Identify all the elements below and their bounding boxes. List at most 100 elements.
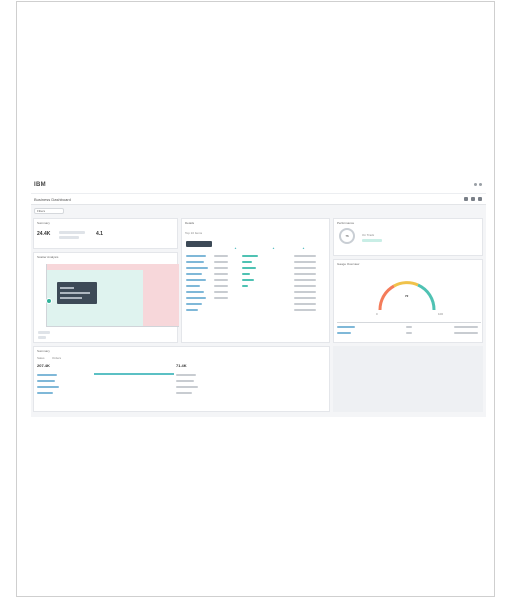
table-row[interactable] — [186, 297, 206, 299]
table-cell-highlight — [242, 267, 256, 269]
performance-card: Performance 76 On Track — [333, 218, 483, 256]
summary-trend-line — [94, 373, 174, 375]
gauge-table-cell — [337, 326, 355, 328]
empty-panel — [333, 346, 483, 412]
gauge-table-cell — [337, 332, 351, 334]
table-cell — [214, 291, 228, 293]
table-cell — [294, 297, 316, 299]
table-cell — [214, 285, 228, 287]
performance-bar — [362, 239, 382, 242]
table-row[interactable] — [186, 273, 202, 275]
table-cell — [294, 273, 316, 275]
dashboard-toolbar: Business Dashboard — [31, 193, 486, 205]
download-icon[interactable] — [471, 197, 475, 201]
kpi-value-b: 4.1 — [96, 231, 103, 237]
table-row[interactable] — [186, 309, 198, 311]
app-bar-icons — [474, 183, 482, 186]
summary-row — [37, 374, 57, 376]
gauge-title: Gauge Overview — [337, 262, 360, 266]
tooltip-line — [60, 297, 82, 299]
performance-status: On Track — [362, 233, 375, 237]
table-row[interactable] — [186, 261, 204, 263]
tooltip-line — [60, 292, 90, 294]
app-logo: IBM — [34, 182, 46, 188]
gauge-segment-teal — [417, 283, 436, 311]
toolbar-icons — [464, 197, 482, 201]
summary-title: Summary — [37, 349, 50, 353]
x-axis — [46, 326, 179, 327]
gauge-table-cell — [454, 332, 478, 334]
gauge-table-cell — [406, 326, 412, 328]
gauge-max: 100 — [438, 312, 444, 316]
table-cell — [294, 255, 316, 257]
details-table-card: Details Top 10 Items ▲ ▲ ▲ — [181, 218, 330, 343]
table-cell — [294, 261, 316, 263]
scatter-point[interactable] — [46, 298, 52, 304]
summary-tab-sales[interactable]: Sales — [37, 356, 45, 360]
gauge-value: 72 — [405, 294, 409, 298]
table-cell-highlight — [242, 285, 248, 287]
kpi-detail-bar — [59, 236, 79, 239]
summary-metric-a: 207.4K — [37, 363, 50, 368]
summary-row — [37, 392, 53, 394]
performance-title: Performance — [337, 221, 355, 225]
table-row[interactable] — [186, 303, 202, 305]
gauge-min: 0 — [376, 312, 378, 316]
user-icon[interactable] — [479, 183, 482, 186]
table-header-button[interactable] — [186, 241, 212, 247]
kpi-detail-bar — [59, 231, 85, 234]
summary-row — [37, 380, 55, 382]
table-cell — [214, 261, 228, 263]
table-subtitle: Top 10 Items — [185, 231, 203, 235]
gauge-divider — [337, 322, 481, 323]
table-cell — [294, 267, 316, 269]
summary-row — [176, 374, 196, 376]
fullscreen-icon[interactable] — [478, 197, 482, 201]
summary-row — [176, 392, 192, 394]
kpi-title: Summary — [37, 221, 50, 225]
table-row[interactable] — [186, 267, 208, 269]
kpi-card: Summary 24.4K 4.1 — [33, 218, 178, 249]
sparkline-marker: ▲ — [234, 246, 237, 250]
table-row[interactable] — [186, 255, 206, 257]
legend-item — [38, 331, 50, 334]
table-cell — [294, 285, 316, 287]
table-cell-highlight — [242, 273, 250, 275]
gauge-card: Gauge Overview 72 0 100 — [333, 259, 483, 343]
table-cell — [214, 279, 228, 281]
tooltip-line — [60, 287, 74, 289]
table-cell — [294, 279, 316, 281]
share-icon[interactable] — [464, 197, 468, 201]
summary-tab-orders[interactable]: Orders — [52, 356, 61, 360]
summary-metric-b: 71.4K — [176, 363, 187, 368]
menu-icon[interactable] — [474, 183, 477, 186]
kpi-value-a: 24.4K — [37, 231, 51, 237]
dashboard-screenshot: IBM Business Dashboard Filters Summary 2… — [31, 179, 486, 417]
table-cell — [214, 297, 228, 299]
table-row[interactable] — [186, 279, 206, 281]
table-cell-highlight — [242, 279, 254, 281]
gauge-table-cell — [406, 332, 412, 334]
app-bar: IBM — [31, 179, 486, 193]
table-title: Details — [185, 221, 195, 225]
table-cell-highlight — [242, 261, 252, 263]
filter-chip[interactable]: Filters — [34, 208, 64, 214]
dashboard-selector[interactable]: Business Dashboard — [34, 197, 71, 202]
table-cell — [294, 309, 316, 311]
table-cell — [294, 303, 316, 305]
red-zone — [143, 270, 179, 326]
table-cell-highlight — [242, 255, 258, 257]
table-row[interactable] — [186, 285, 200, 287]
summary-row — [37, 386, 59, 388]
gauge-segment-red — [378, 284, 395, 311]
y-axis — [46, 264, 47, 326]
table-cell — [214, 267, 228, 269]
table-cell — [214, 273, 228, 275]
scatter-card: Scatter Analysis — [33, 252, 179, 343]
table-cell — [294, 291, 316, 293]
summary-card: Summary Sales Orders 207.4K 71.4K — [33, 346, 330, 412]
sparkline-marker: ▲ — [272, 246, 275, 250]
summary-row — [176, 386, 198, 388]
legend-item — [38, 336, 46, 339]
table-row[interactable] — [186, 291, 204, 293]
